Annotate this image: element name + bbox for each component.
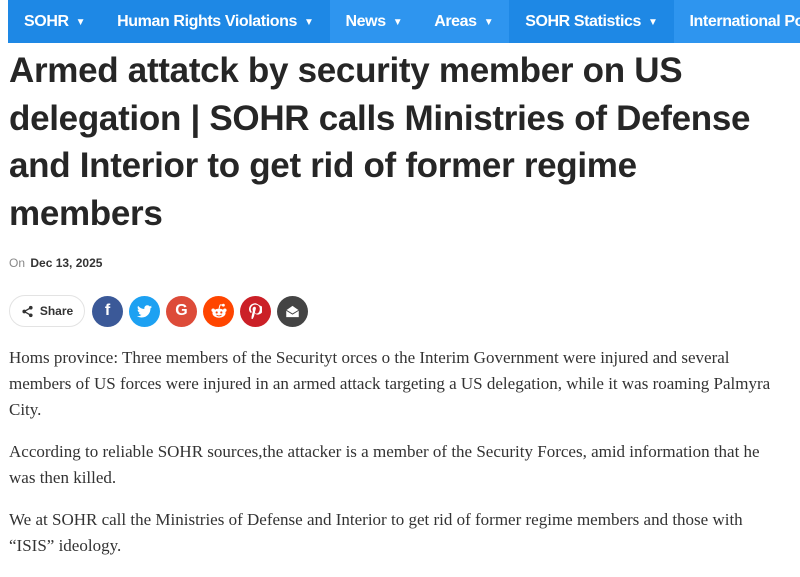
article-paragraph: According to reliable SOHR sources,the a… bbox=[9, 442, 760, 487]
chevron-down-icon: ▼ bbox=[392, 17, 403, 28]
article-title: Armed attatck by security member on US d… bbox=[9, 51, 751, 233]
facebook-share-button[interactable]: f bbox=[92, 295, 123, 327]
email-icon bbox=[285, 305, 300, 317]
reddit-share-button[interactable] bbox=[203, 295, 234, 327]
twitter-icon bbox=[137, 304, 152, 317]
nav-item-news[interactable]: News ▼ bbox=[329, 0, 419, 43]
nav-item-sohr-statistics[interactable]: SOHR Statistics ▼ bbox=[509, 0, 673, 43]
share-icon bbox=[22, 305, 33, 317]
post-date[interactable]: Dec 13, 2025 bbox=[30, 256, 102, 270]
pinterest-icon bbox=[249, 303, 262, 319]
nav-item-label: Human Rights Violations bbox=[117, 12, 297, 30]
reddit-icon bbox=[210, 303, 227, 318]
google-icon: G bbox=[175, 302, 188, 319]
nav-item-sohr[interactable]: SOHR ▼ bbox=[8, 0, 101, 43]
nav-item-label: News bbox=[345, 12, 387, 30]
chevron-down-icon: ▼ bbox=[75, 17, 86, 28]
top-navigation-bar: SOHR ▼ Human Rights Violations ▼ News ▼ … bbox=[8, 0, 800, 43]
nav-item-areas[interactable]: Areas ▼ bbox=[418, 0, 510, 43]
twitter-share-button[interactable] bbox=[129, 295, 160, 327]
nav-item-label: International Powers bbox=[689, 12, 800, 30]
facebook-icon: f bbox=[104, 302, 111, 319]
nav-item-international-powers[interactable]: International Powers bbox=[673, 0, 800, 43]
chevron-down-icon: ▼ bbox=[648, 17, 658, 28]
article-body: Homs province: Three members of the Secu… bbox=[9, 345, 789, 575]
nav-item-human-rights-violations[interactable]: Human Rights Violations ▼ bbox=[101, 0, 329, 43]
chevron-down-icon: ▼ bbox=[483, 17, 494, 28]
email-share-button[interactable] bbox=[277, 295, 308, 327]
nav-item-label: SOHR Statistics bbox=[525, 12, 642, 30]
meta-prefix: On bbox=[9, 256, 26, 270]
article-paragraph: Homs province: Three members of the Secu… bbox=[9, 348, 771, 419]
nav-item-label: Areas bbox=[434, 12, 477, 30]
google-share-button[interactable]: G bbox=[166, 295, 197, 327]
pinterest-share-button[interactable] bbox=[240, 295, 271, 327]
share-bar: Share f G bbox=[9, 295, 314, 327]
article-paragraph: We at SOHR call the Ministries of Defens… bbox=[9, 510, 743, 555]
chevron-down-icon: ▼ bbox=[304, 17, 314, 28]
share-button[interactable]: Share bbox=[9, 295, 85, 327]
share-label: Share bbox=[39, 304, 74, 318]
nav-item-label: SOHR bbox=[24, 12, 69, 30]
post-meta: On Dec 13, 2025 bbox=[9, 256, 102, 270]
